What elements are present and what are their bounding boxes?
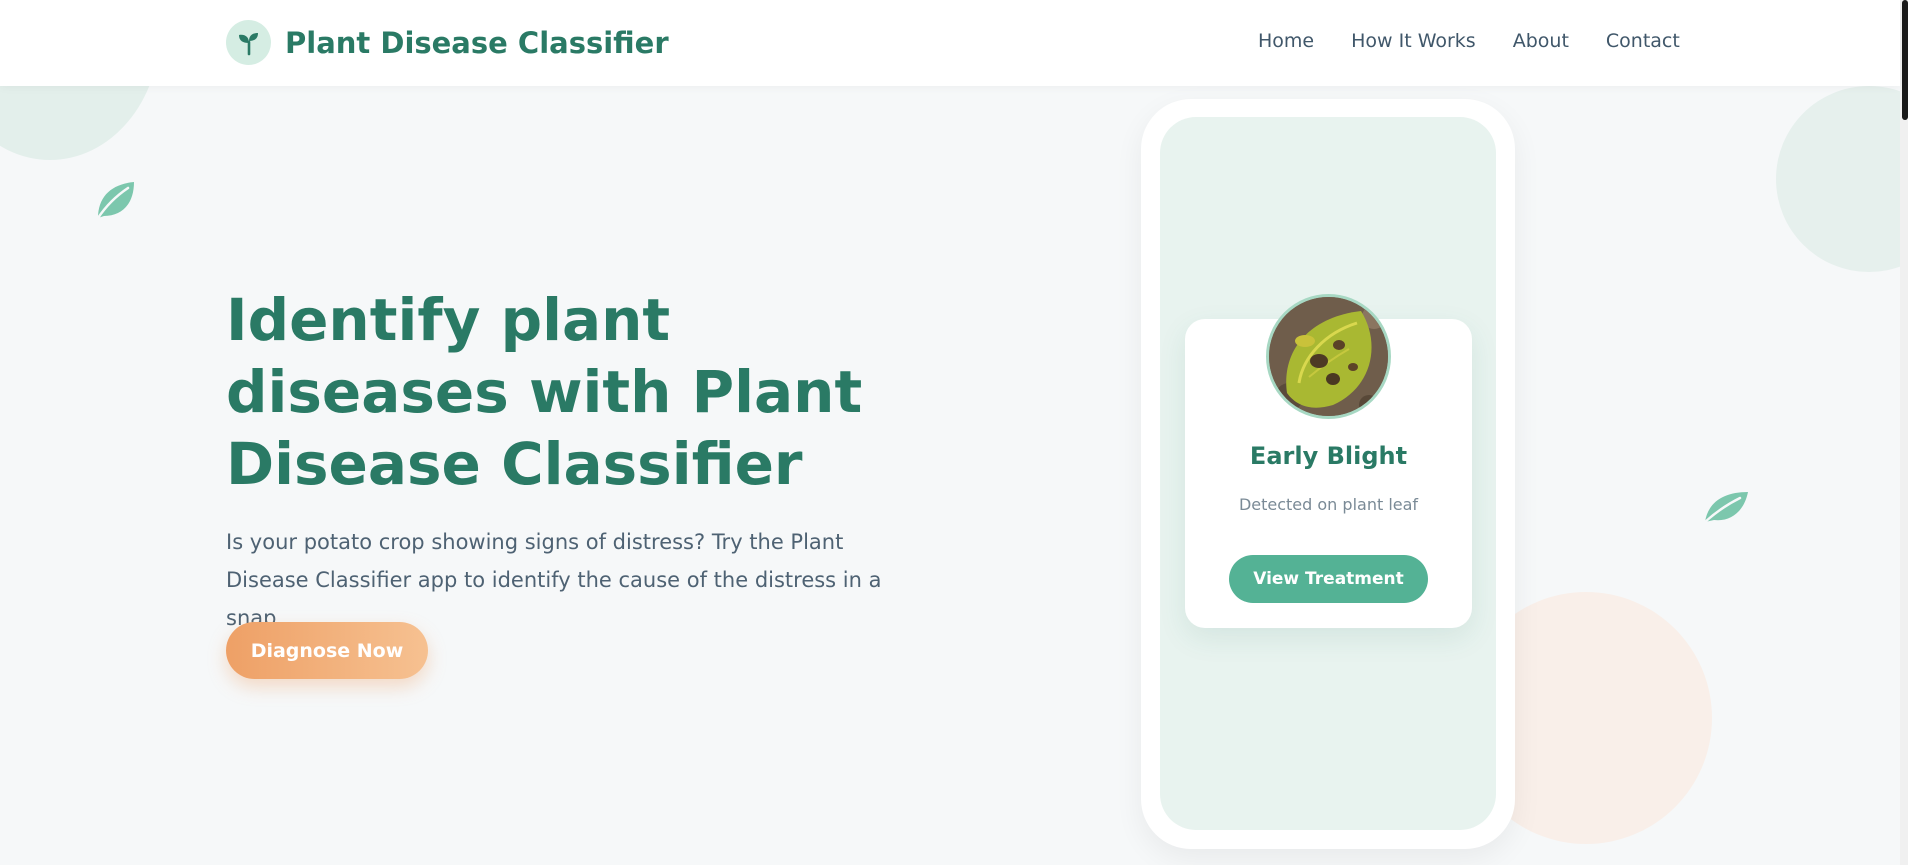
page: Plant Disease Classifier Home How It Wor… (0, 0, 1908, 865)
decorative-circle (1776, 86, 1908, 272)
scrollbar-thumb[interactable] (1902, 0, 1908, 120)
scrollbar-track[interactable] (1900, 0, 1908, 865)
brand-logo[interactable]: Plant Disease Classifier (226, 20, 669, 65)
nav-home[interactable]: Home (1258, 30, 1314, 52)
hero-description: Is your potato crop showing signs of dis… (226, 530, 882, 630)
nav-contact[interactable]: Contact (1606, 30, 1680, 52)
hero-title: Identify plant diseases with Plant Disea… (226, 286, 863, 498)
leaf-icon (94, 178, 138, 226)
diseased-leaf-photo (1266, 294, 1391, 419)
site-header: Plant Disease Classifier Home How It Wor… (0, 0, 1900, 86)
diagnose-now-button[interactable]: Diagnose Now (226, 622, 428, 679)
main-nav: Home How It Works About Contact (1258, 30, 1680, 52)
leaf-icon (1702, 488, 1750, 530)
disease-name: Early Blight (1249, 442, 1408, 470)
nav-how-it-works[interactable]: How It Works (1351, 30, 1476, 52)
detection-subtitle: Detected on plant leaf (1238, 495, 1419, 514)
view-treatment-button[interactable]: View Treatment (1229, 555, 1428, 603)
brand-name: Plant Disease Classifier (285, 25, 669, 60)
sprout-icon (226, 20, 271, 65)
nav-about[interactable]: About (1513, 30, 1569, 52)
